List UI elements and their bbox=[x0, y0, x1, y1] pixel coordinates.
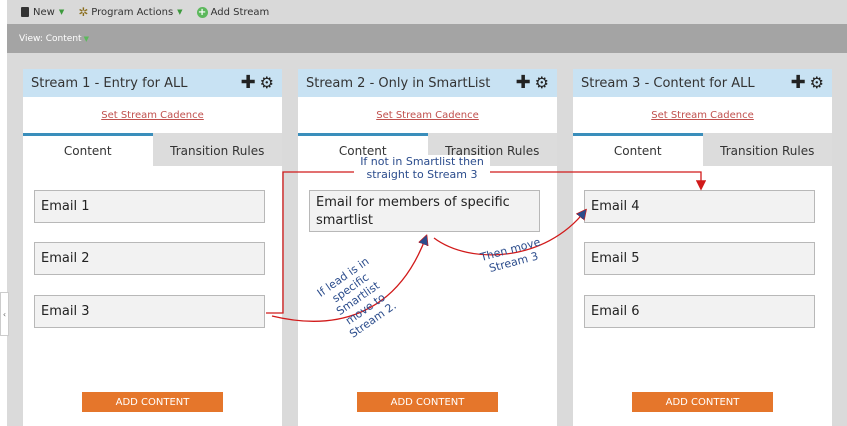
set-stream-cadence-link[interactable]: Set Stream Cadence bbox=[573, 97, 832, 133]
add-icon[interactable]: ✚ bbox=[791, 74, 806, 92]
add-icon[interactable]: ✚ bbox=[516, 74, 531, 92]
stream-header: Stream 1 - Entry for ALL ✚ ⚙ bbox=[23, 69, 282, 97]
new-menu[interactable]: New ▼ bbox=[21, 7, 64, 18]
program-actions-menu[interactable]: ✲ Program Actions ▼ bbox=[78, 5, 182, 19]
stream-3-panel: Stream 3 - Content for ALL ✚ ⚙ Set Strea… bbox=[573, 69, 832, 426]
stream-header: Stream 2 - Only in SmartList ✚ ⚙ bbox=[298, 69, 557, 97]
view-bar: View: Content ▼ bbox=[7, 24, 847, 53]
program-actions-label: Program Actions bbox=[91, 6, 174, 18]
gear-icon[interactable]: ⚙ bbox=[535, 75, 549, 91]
add-circle-icon: + bbox=[196, 6, 208, 18]
email-item[interactable]: Email 2 bbox=[34, 242, 265, 275]
chevron-down-icon: ▼ bbox=[177, 8, 183, 16]
chevron-down-icon: ▼ bbox=[83, 34, 89, 43]
stream-title: Stream 2 - Only in SmartList bbox=[306, 75, 491, 91]
tab-content[interactable]: Content bbox=[23, 133, 153, 166]
new-icon bbox=[21, 7, 29, 17]
stream-tabs: Content Transition Rules bbox=[23, 133, 282, 166]
add-stream-label: Add Stream bbox=[210, 6, 270, 18]
view-selector[interactable]: View: Content bbox=[19, 34, 82, 44]
email-item[interactable]: Email 6 bbox=[584, 295, 815, 328]
stream-title: Stream 3 - Content for ALL bbox=[581, 75, 755, 91]
stream-1-panel: Stream 1 - Entry for ALL ✚ ⚙ Set Stream … bbox=[23, 69, 282, 426]
email-item[interactable]: Email 1 bbox=[34, 190, 265, 223]
annotation-not-in-smartlist: If not in Smartlist then straight to Str… bbox=[354, 155, 490, 181]
collapse-panel-handle[interactable]: ‹ bbox=[0, 292, 9, 336]
new-label: New bbox=[33, 6, 55, 18]
tab-transition-rules[interactable]: Transition Rules bbox=[152, 133, 282, 166]
tab-transition-rules[interactable]: Transition Rules bbox=[702, 133, 832, 166]
set-stream-cadence-link[interactable]: Set Stream Cadence bbox=[298, 97, 557, 133]
email-item[interactable]: Email 3 bbox=[34, 295, 265, 328]
chevron-down-icon: ▼ bbox=[58, 8, 65, 16]
set-stream-cadence-link[interactable]: Set Stream Cadence bbox=[23, 97, 282, 133]
add-icon[interactable]: ✚ bbox=[241, 74, 256, 92]
stream-header: Stream 3 - Content for ALL ✚ ⚙ bbox=[573, 69, 832, 97]
toolbar: New ▼ ✲ Program Actions ▼ + Add Stream bbox=[7, 0, 847, 24]
stream-tabs: Content Transition Rules bbox=[573, 133, 832, 166]
email-item[interactable]: Email 5 bbox=[584, 242, 815, 275]
gear-icon[interactable]: ⚙ bbox=[810, 75, 824, 91]
program-actions-icon: ✲ bbox=[78, 5, 89, 19]
stream-title: Stream 1 - Entry for ALL bbox=[31, 75, 188, 91]
gear-icon[interactable]: ⚙ bbox=[260, 75, 274, 91]
add-content-button[interactable]: ADD CONTENT bbox=[82, 392, 223, 412]
email-item[interactable]: Email for members of specific smartlist bbox=[309, 190, 540, 232]
email-item[interactable]: Email 4 bbox=[584, 190, 815, 223]
tab-content[interactable]: Content bbox=[573, 133, 703, 166]
add-content-button[interactable]: ADD CONTENT bbox=[357, 392, 498, 412]
add-stream-button[interactable]: + Add Stream bbox=[196, 6, 270, 18]
add-content-button[interactable]: ADD CONTENT bbox=[632, 392, 773, 412]
